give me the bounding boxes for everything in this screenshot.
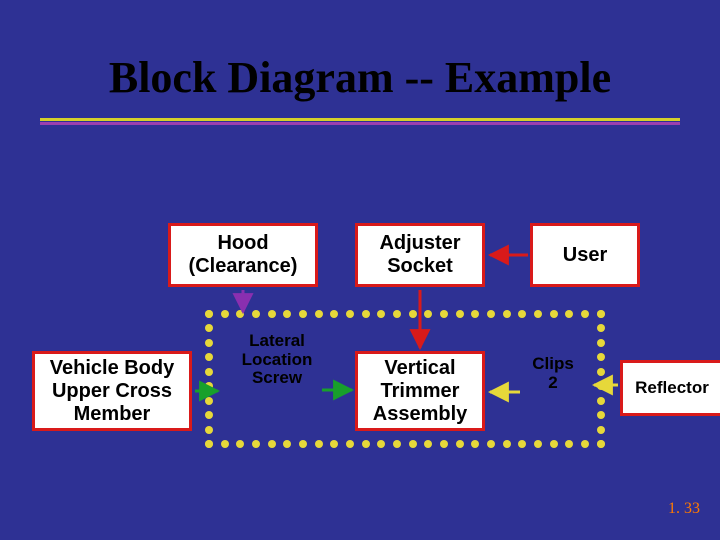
slide-title: Block Diagram -- Example: [0, 52, 720, 103]
box-vehicle: Vehicle BodyUpper CrossMember: [32, 351, 192, 431]
slide: Block Diagram -- Example Hood(Clearance)…: [0, 0, 720, 540]
box-adjuster: AdjusterSocket: [355, 223, 485, 287]
slide-number: 1. 33: [668, 500, 700, 518]
box-vertical: VerticalTrimmerAssembly: [355, 351, 485, 431]
title-underline: [40, 118, 680, 126]
box-reflector: Reflector: [620, 360, 720, 416]
box-hood: Hood(Clearance): [168, 223, 318, 287]
label-clips-2: Clips2: [523, 355, 583, 392]
box-user: User: [530, 223, 640, 287]
label-lateral-location-screw: LateralLocationScrew: [232, 332, 322, 388]
